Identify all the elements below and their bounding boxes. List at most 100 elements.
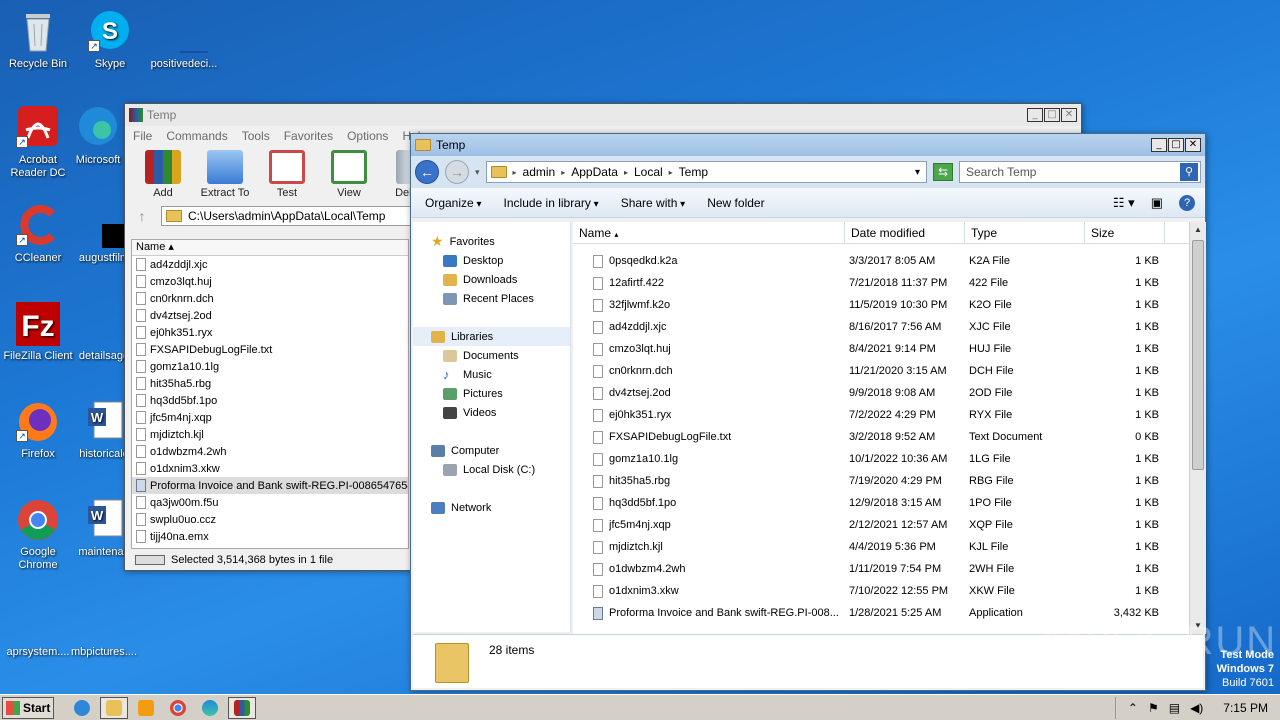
taskbar-edge[interactable] [196,697,224,719]
nav-documents[interactable]: Documents [413,346,570,365]
winrar-titlebar[interactable]: Temp _ □ ✕ [125,104,1081,126]
file-row[interactable]: o1dxnim3.xkw 7/10/2022 12:55 PM XKW File 1 … [573,580,1189,602]
view-button[interactable]: View [323,150,375,204]
file-row[interactable]: ad4zddjl.xjc 8/16/2017 7:56 AM XJC File 1 K… [573,316,1189,338]
nav-libraries[interactable]: Libraries [413,327,570,346]
winrar-file-row[interactable]: o1dxnim3.xkw [132,460,408,477]
preview-pane-icon[interactable]: ▣ [1151,195,1163,211]
winrar-file-row[interactable]: cmzo3lqt.huj [132,273,408,290]
minimize-button[interactable]: _ [1027,108,1043,122]
explorer-window[interactable]: Temp _ □ ✕ ← → ▾ ▸ admin ▸ AppData ▸ Local… [410,133,1206,691]
nav-music[interactable]: ♪ Music [413,365,570,384]
menu-file[interactable]: File [133,129,152,143]
add-button[interactable]: Add [137,150,189,204]
file-row[interactable]: hq3dd5bf.1po 12/9/2018 3:15 AM 1PO File 1 K… [573,492,1189,514]
column-size[interactable]: Size [1085,222,1165,243]
breadcrumb-temp[interactable]: Temp [679,165,708,179]
file-row[interactable]: cmzo3lqt.huj 8/4/2021 9:14 PM HUJ File 1 KB [573,338,1189,360]
minimize-button[interactable]: _ [1151,138,1167,152]
breadcrumb-admin[interactable]: admin [523,165,556,179]
winrar-file-row[interactable]: swplu0uo.ccz [132,511,408,528]
test-button[interactable]: Test [261,150,313,204]
nav-computer[interactable]: Computer [413,441,570,460]
nav-recent-places[interactable]: Recent Places [413,289,570,308]
nav-local-disk[interactable]: Local Disk (C:) [413,460,570,479]
winrar-file-row[interactable]: tijj40na.emx [132,528,408,545]
menu-favorites[interactable]: Favorites [284,129,333,143]
column-date-modified[interactable]: Date modified [845,222,965,243]
winrar-file-row[interactable]: ej0hk351.ryx [132,324,408,341]
address-dropdown-icon[interactable]: ▾ [915,167,920,178]
network-icon[interactable]: ▤ [1169,701,1180,715]
desktop-icon-recycle-bin[interactable]: Recycle Bin [0,8,76,71]
view-options-icon[interactable]: ☷ ▾ [1113,195,1135,211]
column-type[interactable]: Type [965,222,1085,243]
desktop-icon-chrome[interactable]: Google Chrome [0,496,76,572]
winrar-file-row[interactable]: hq3dd5bf.1po [132,392,408,409]
forward-button[interactable]: → [445,160,469,184]
winrar-file-row[interactable]: qa3jw00m.f5u [132,494,408,511]
file-row[interactable]: mjdiztch.kjl 4/4/2019 5:36 PM KJL File 1 KB [573,536,1189,558]
help-icon[interactable]: ? [1179,194,1195,211]
file-row[interactable]: gomz1a10.1lg 10/1/2022 10:36 AM 1LG File 1 … [573,448,1189,470]
organize-button[interactable]: Organize [425,196,482,210]
up-arrow-icon[interactable]: ↑ [129,208,155,224]
nav-favorites[interactable]: ★ Favorites [413,232,570,251]
taskbar-ie[interactable] [68,697,96,719]
action-center-icon[interactable]: ⚑ [1148,701,1159,715]
desktop-icon-ccleaner[interactable]: ↗ CCleaner [0,202,76,265]
winrar-file-row[interactable]: cn0rknrn.dch [132,290,408,307]
desktop-icon-filezilla[interactable]: Fz FileZilla Client [0,300,76,363]
nav-pictures[interactable]: Pictures [413,384,570,403]
file-row[interactable]: 32fjlwmf.k2o 11/5/2019 10:30 PM K2O File 1 … [573,294,1189,316]
winrar-file-row[interactable]: dv4ztsej.2od [132,307,408,324]
taskbar-media-player[interactable] [132,697,160,719]
winrar-file-row[interactable]: jfc5m4nj.xqp [132,409,408,426]
breadcrumb-appdata[interactable]: AppData [571,165,618,179]
taskbar-winrar[interactable] [228,696,256,719]
desktop-icon-aprsystem[interactable]: aprsystem.... [0,596,76,659]
explorer-titlebar[interactable]: Temp _ □ ✕ [411,134,1205,156]
winrar-column-name[interactable]: Name ▴ [132,240,408,256]
desktop-icon-positivedeci[interactable]: positivedeci... [146,8,222,71]
file-row[interactable]: 12afirtf.422 7/21/2018 11:37 PM 422 File 1 … [573,272,1189,294]
nav-videos[interactable]: Videos [413,403,570,422]
file-row[interactable]: cn0rknrn.dch 11/21/2020 3:15 AM DCH File 1 … [573,360,1189,382]
volume-icon[interactable]: ◀) [1190,701,1203,715]
winrar-file-row[interactable]: FXSAPIDebugLogFile.txt [132,341,408,358]
file-list[interactable]: Name ▴ Date modified Type Size 0psqedkd.… [573,222,1189,634]
chevron-down-icon[interactable]: ▾ [475,167,480,178]
desktop-icon-skype[interactable]: S ↗ Skype [72,8,148,71]
menu-tools[interactable]: Tools [242,129,270,143]
search-input[interactable]: Search Temp ⚲ [959,161,1201,183]
winrar-file-list[interactable]: Name ▴ ad4zddjl.xjc cmzo3lqt.huj cn0rknrn.… [131,239,409,549]
nav-desktop[interactable]: Desktop [413,251,570,270]
file-row[interactable]: hit35ha5.rbg 7/19/2020 4:29 PM RBG File 1 K… [573,470,1189,492]
winrar-file-row[interactable]: mjdiztch.kjl [132,426,408,443]
scroll-up-icon[interactable]: ▲ [1190,222,1206,238]
nav-network[interactable]: Network [413,498,570,517]
extract-to-button[interactable]: Extract To [199,150,251,204]
file-row[interactable]: dv4ztsej.2od 9/9/2018 9:08 AM 2OD File 1 KB [573,382,1189,404]
share-with-button[interactable]: Share with [621,196,686,210]
winrar-file-row[interactable]: Proforma Invoice and Bank swift-REG.PI-0… [132,477,408,494]
new-folder-button[interactable]: New folder [707,196,764,210]
refresh-button[interactable]: ⇆ [933,163,953,181]
close-button[interactable]: ✕ [1061,108,1077,122]
maximize-button[interactable]: □ [1168,138,1184,152]
winrar-file-row[interactable]: ad4zddjl.xjc [132,256,408,273]
menu-options[interactable]: Options [347,129,388,143]
desktop-icon-firefox[interactable]: ↗ Firefox [0,398,76,461]
winrar-file-row[interactable]: gomz1a10.1lg [132,358,408,375]
winrar-file-row[interactable]: o1dwbzm4.2wh [132,443,408,460]
vertical-scrollbar[interactable]: ▲ ▼ [1189,222,1206,634]
scrollbar-thumb[interactable] [1192,240,1204,470]
file-row[interactable]: ej0hk351.ryx 7/2/2022 4:29 PM RYX File 1 KB [573,404,1189,426]
maximize-button[interactable]: □ [1044,108,1060,122]
menu-commands[interactable]: Commands [166,129,227,143]
breadcrumb-local[interactable]: Local [634,165,663,179]
search-icon[interactable]: ⚲ [1180,163,1198,181]
desktop-icon-mbpictures[interactable]: mbpictures.... [66,596,142,659]
file-row[interactable]: 0psqedkd.k2a 3/3/2017 8:05 AM K2A File 1 KB [573,250,1189,272]
start-button[interactable]: Start [2,696,54,719]
